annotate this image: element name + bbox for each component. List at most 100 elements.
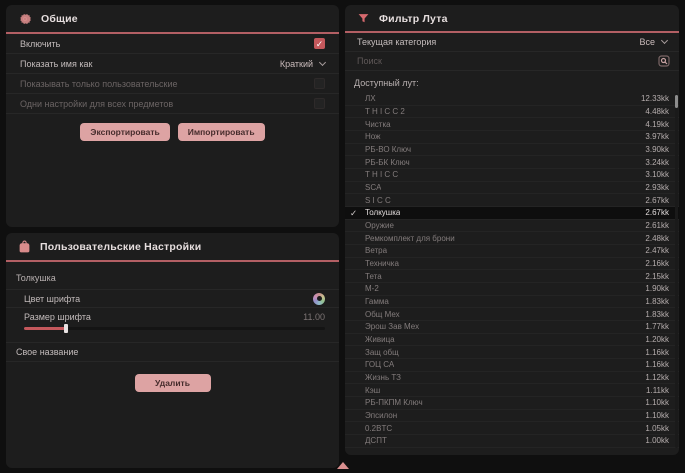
loot-item-row[interactable]: ✓ РБ-ВО Ключ 3.90kk xyxy=(345,144,679,157)
loot-item-row[interactable]: ✓ Кэш 1.11kk xyxy=(345,384,679,397)
delete-button[interactable]: Удалить xyxy=(135,374,211,392)
loot-item-row[interactable]: ✓ Ремкомплект для брони 2.48kk xyxy=(345,232,679,245)
loot-item-row[interactable]: ✓ Ветра 2.47kk xyxy=(345,245,679,258)
font-size-label: Размер шрифта xyxy=(24,312,91,322)
loot-item-row[interactable]: ✓ T H I C C 2 4.48kk xyxy=(345,106,679,119)
custom-name-input[interactable] xyxy=(16,347,325,357)
category-value: Все xyxy=(639,37,655,47)
search-row xyxy=(345,52,679,71)
loot-item-name: Жизнь ТЗ xyxy=(365,373,401,382)
loot-item-row[interactable]: ✓ T H I C C 3.10kk xyxy=(345,169,679,182)
loot-item-value: 2.67kk xyxy=(645,196,669,205)
category-select[interactable]: Все xyxy=(639,37,667,47)
loot-item-row[interactable]: ✓ Гамма 1.83kk xyxy=(345,296,679,309)
loot-item-row[interactable]: ✓ Живица 1.20kk xyxy=(345,334,679,347)
loot-item-row[interactable]: ✓ Нож 3.97kk xyxy=(345,131,679,144)
color-wheel-icon[interactable] xyxy=(313,293,325,305)
category-row: Текущая категория Все xyxy=(345,33,679,52)
loot-item-value: 2.61kk xyxy=(645,221,669,230)
loot-item-value: 1.10kk xyxy=(645,398,669,407)
loot-item-row[interactable]: ✓ SCA 2.93kk xyxy=(345,182,679,195)
loot-item-value: 4.48kk xyxy=(645,107,669,116)
loot-item-row[interactable]: ✓ Жизнь ТЗ 1.12kk xyxy=(345,372,679,385)
loot-item-row[interactable]: ✓ Эрош Зав Мех 1.77kk xyxy=(345,321,679,334)
search-input[interactable] xyxy=(357,56,658,66)
general-panel-header: Общие xyxy=(6,5,339,32)
delete-button-row: Удалить xyxy=(6,374,339,392)
same-settings-checkbox[interactable] xyxy=(314,98,325,109)
scrollbar-thumb[interactable] xyxy=(675,95,678,108)
font-color-row[interactable]: Цвет шрифта xyxy=(6,289,339,307)
search-icon[interactable] xyxy=(658,55,670,67)
loot-item-row[interactable]: ✓ Толкушка 2.67kk xyxy=(345,207,679,220)
loot-item-value: 3.90kk xyxy=(645,145,669,154)
loot-item-name: РБ-БК Ключ xyxy=(365,158,410,167)
custom-only-label: Показывать только пользовательские xyxy=(20,79,178,89)
loot-item-row[interactable]: ✓ ДСПТ 1.00kk xyxy=(345,435,679,448)
loot-item-name: Эрош Зав Мех xyxy=(365,322,419,331)
loot-item-value: 3.97kk xyxy=(645,132,669,141)
custom-only-checkbox[interactable] xyxy=(314,78,325,89)
loot-item-name: Оружие xyxy=(365,221,394,230)
loot-item-row[interactable]: ✓ РБ-ПКПМ Ключ 1.10kk xyxy=(345,397,679,410)
same-settings-label: Одни настройки для всех предметов xyxy=(20,99,173,109)
resize-handle-icon[interactable] xyxy=(337,462,349,469)
loot-item-value: 1.83kk xyxy=(645,297,669,306)
loot-item-row[interactable]: ✓ Защ общ 1.16kk xyxy=(345,346,679,359)
custom-name-row xyxy=(6,342,339,362)
loot-item-name: Гамма xyxy=(365,297,389,306)
loot-item-name: РБ-ВО Ключ xyxy=(365,145,411,154)
loot-item-name: РБ-ПКПМ Ключ xyxy=(365,398,423,407)
custom-only-row: Показывать только пользовательские xyxy=(6,74,339,94)
loot-item-row[interactable]: ✓ ЛХ 12.33kk xyxy=(345,93,679,106)
loot-item-name: Кэш xyxy=(365,386,380,395)
name-display-select[interactable]: Краткий xyxy=(280,59,325,69)
loot-item-value: 2.16kk xyxy=(645,259,669,268)
loot-item-row[interactable]: ✓ Эпсилон 1.10kk xyxy=(345,410,679,423)
loot-item-value: 4.19kk xyxy=(645,120,669,129)
loot-item-row[interactable]: ✓ М-2 1.90kk xyxy=(345,283,679,296)
loot-item-row[interactable]: ✓ Техничка 2.16kk xyxy=(345,258,679,271)
loot-item-value: 3.10kk xyxy=(645,170,669,179)
loot-item-row[interactable]: ✓ ГОЦ СА 1.16kk xyxy=(345,359,679,372)
loot-item-row[interactable]: ✓ РБ-БК Ключ 3.24kk xyxy=(345,156,679,169)
general-buttons-row: Экспортировать Импортировать xyxy=(6,123,339,141)
font-size-slider[interactable] xyxy=(24,327,325,330)
loot-item-value: 2.48kk xyxy=(645,234,669,243)
font-size-row: Размер шрифта 11.00 xyxy=(6,307,339,325)
loot-item-row[interactable]: ✓ S I C C 2.67kk xyxy=(345,194,679,207)
loot-item-value: 1.16kk xyxy=(645,348,669,357)
loot-item-value: 1.12kk xyxy=(645,373,669,382)
import-button[interactable]: Импортировать xyxy=(178,123,265,141)
loot-item-name: Общ Мех xyxy=(365,310,400,319)
loot-item-row[interactable]: ✓ Чистка 4.19kk xyxy=(345,118,679,131)
export-button[interactable]: Экспортировать xyxy=(80,123,169,141)
loot-item-value: 1.00kk xyxy=(645,436,669,445)
slider-fill xyxy=(24,327,66,330)
loot-item-name: Нож xyxy=(365,132,381,141)
loot-item-value: 1.11kk xyxy=(646,386,669,395)
general-panel-title: Общие xyxy=(41,13,78,25)
enable-label: Включить xyxy=(20,39,60,49)
general-settings-panel: Общие Включить ✓ Показать имя как Кратки… xyxy=(6,5,339,227)
custom-panel-header: Пользовательские Настройки xyxy=(6,233,339,260)
name-display-value: Краткий xyxy=(280,59,313,69)
category-label: Текущая категория xyxy=(357,37,436,47)
name-display-label: Показать имя как xyxy=(20,59,92,69)
loot-item-value: 2.67kk xyxy=(645,208,669,217)
enable-checkbox[interactable]: ✓ xyxy=(314,38,325,49)
enable-row: Включить ✓ xyxy=(6,34,339,54)
loot-item-value: 1.16kk xyxy=(645,360,669,369)
slider-thumb[interactable] xyxy=(64,324,68,333)
chevron-down-icon xyxy=(661,37,668,44)
check-icon: ✓ xyxy=(350,207,357,220)
chevron-down-icon xyxy=(319,58,326,65)
name-display-row: Показать имя как Краткий xyxy=(6,54,339,74)
loot-item-row[interactable]: ✓ 0.2BTC 1.05kk xyxy=(345,422,679,435)
scrollbar[interactable] xyxy=(675,93,678,448)
loot-item-row[interactable]: ✓ Оружие 2.61kk xyxy=(345,220,679,233)
loot-item-row[interactable]: ✓ Общ Мех 1.83kk xyxy=(345,308,679,321)
loot-item-row[interactable]: ✓ Тета 2.15kk xyxy=(345,270,679,283)
custom-panel-title: Пользовательские Настройки xyxy=(40,241,201,253)
loot-item-name: Техничка xyxy=(365,259,399,268)
